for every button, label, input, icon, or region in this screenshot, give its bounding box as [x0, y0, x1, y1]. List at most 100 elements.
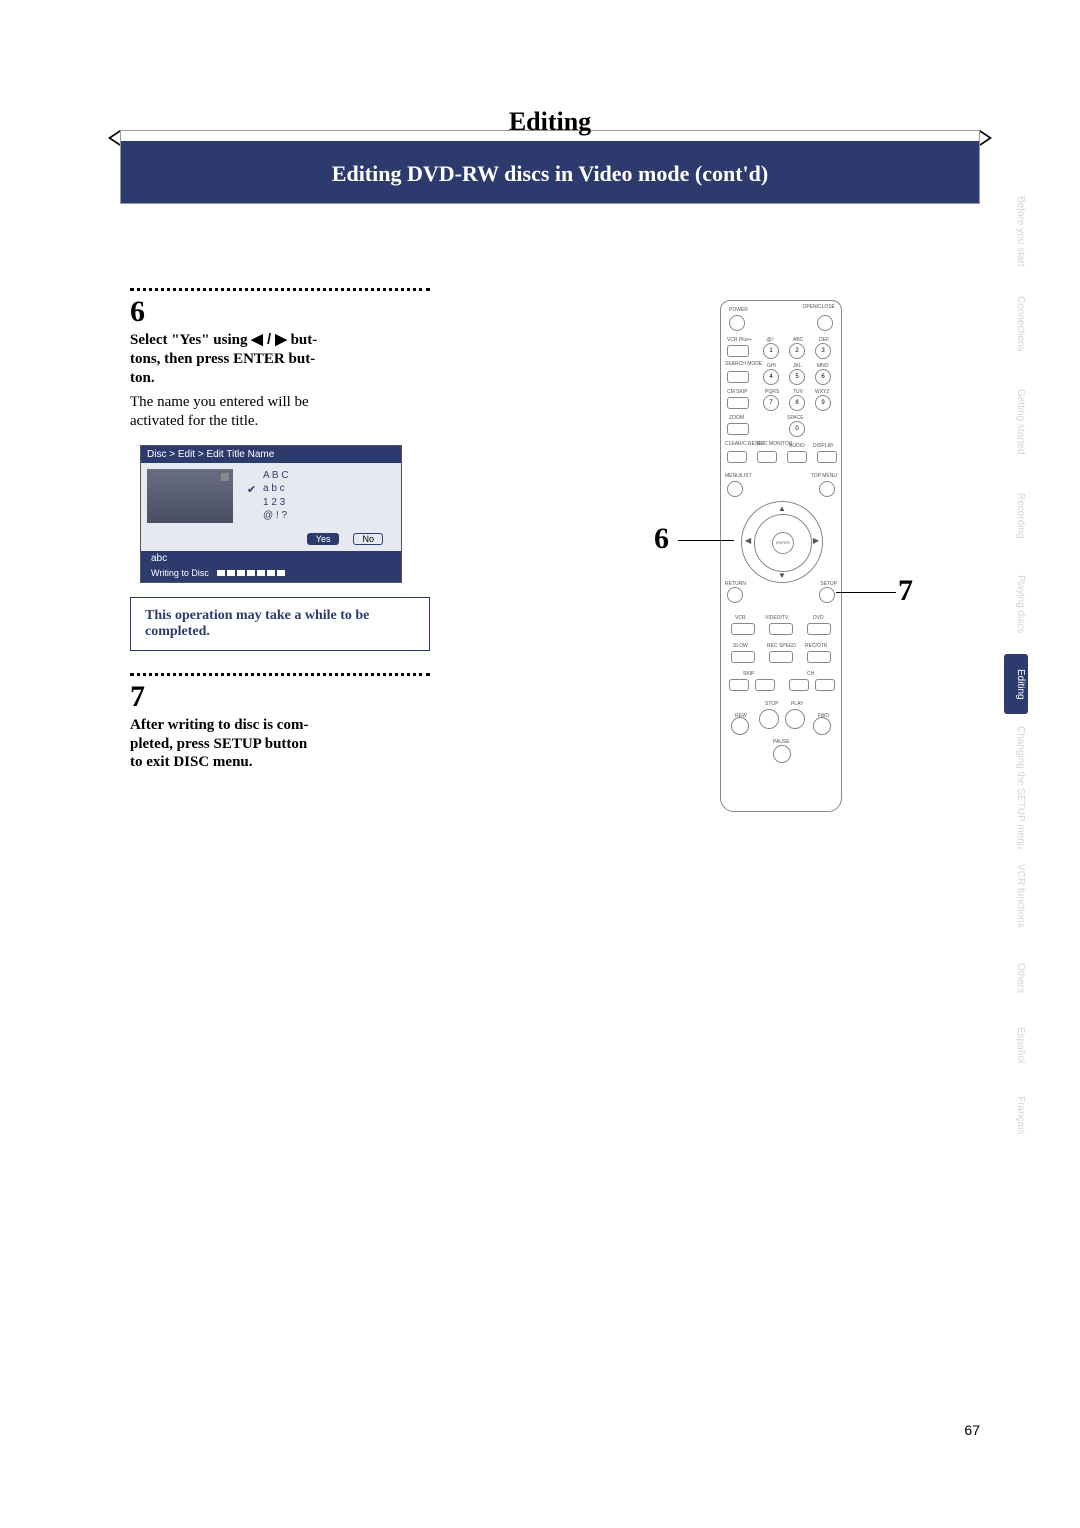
tab-changing-setup: Changing the SETUP menu: [1004, 720, 1028, 844]
label-vcrplus: VCR Plus+: [727, 337, 752, 343]
step7-line3: to exit DISC menu.: [130, 754, 253, 770]
separator-dots: [130, 288, 430, 291]
rec-otr-button: [807, 651, 831, 663]
osd-opt-upper: A B C: [263, 469, 395, 483]
play-button: [785, 709, 805, 729]
key-6: 6: [815, 369, 831, 385]
cm-skip-button: [727, 397, 749, 409]
osd-thumbnail: [147, 469, 233, 523]
checkmark-icon: ✔: [247, 483, 256, 498]
label-slow: SLOW: [733, 643, 748, 649]
key-4: 4: [763, 369, 779, 385]
osd-opt-sym: @ ! ?: [263, 509, 395, 523]
step6-line2: tons, then press ENTER but-: [130, 351, 315, 367]
tab-connections: Connections: [1004, 282, 1028, 366]
menu-list-button: [727, 481, 743, 497]
label-zoom: ZOOM: [729, 415, 744, 421]
skip-next-button: [755, 679, 775, 691]
dpad-left-icon: ◀: [745, 536, 751, 545]
osd-writing-label: Writing to Disc: [151, 568, 209, 578]
label-video-tv: VIDEO/TV: [765, 615, 788, 621]
tab-vcr-functions: VCR functions: [1004, 850, 1028, 942]
osd-breadcrumb: Disc > Edit > Edit Title Name: [141, 446, 401, 463]
rew-button: [731, 717, 749, 735]
power-button: [729, 315, 745, 331]
zoom-button: [727, 423, 749, 435]
page-title: Editing: [121, 107, 979, 137]
skip-prev-button: [729, 679, 749, 691]
top-menu-button: [819, 481, 835, 497]
title-bracket-left: [108, 130, 120, 146]
callout-6: 6: [654, 522, 669, 556]
label-setup: SETUP: [820, 581, 837, 587]
osd-opt-num: 1 2 3: [263, 496, 395, 510]
clear-button: [727, 451, 747, 463]
step-number-6: 6: [130, 295, 430, 329]
tab-getting-started: Getting started: [1004, 372, 1028, 472]
page-number: 67: [964, 1422, 980, 1438]
dpad-up-icon: ▲: [778, 504, 786, 513]
separator-dots-2: [130, 673, 430, 676]
label-ch: CH: [807, 671, 814, 677]
enter-button: ENTER: [772, 532, 794, 554]
key-8: 8: [789, 395, 805, 411]
key-7: 7: [763, 395, 779, 411]
key-5: 5: [789, 369, 805, 385]
slow-button: [731, 651, 755, 663]
section-tabs: Before you start Connections Getting sta…: [1004, 186, 1028, 1148]
title-bracket-right: [980, 130, 992, 146]
pause-button: [773, 745, 791, 763]
label-search-mode: SEARCH MODE: [725, 361, 762, 367]
tab-playing-discs: Playing discs: [1004, 560, 1028, 648]
step6-line1b: but-: [287, 332, 317, 348]
step6-body: The name you entered will be activated f…: [130, 393, 430, 431]
osd-opt-lower: a b c: [263, 482, 395, 496]
tab-espanol: Español: [1004, 1014, 1028, 1076]
osd-yes-button: Yes: [307, 533, 340, 545]
step6-line1a: Select "Yes" using: [130, 332, 251, 348]
page-subtitle: Editing DVD-RW discs in Video mode (cont…: [121, 161, 979, 187]
label-power: POWER: [729, 307, 748, 313]
vcrplus-button: [727, 345, 749, 357]
label-open-close: OPEN/CLOSE: [802, 304, 835, 310]
key-3: 3: [815, 343, 831, 359]
step6-body2: activated for the title.: [130, 413, 258, 429]
tab-recording: Recording: [1004, 478, 1028, 554]
tab-francais: Français: [1004, 1082, 1028, 1148]
tab-before-you-start: Before you start: [1004, 186, 1028, 276]
dvd-button: [807, 623, 831, 635]
title-bar: Editing Editing DVD-RW discs in Video mo…: [120, 130, 980, 204]
label-menu-list: MENU/LIST: [725, 473, 752, 479]
label-vcr: VCR: [735, 615, 746, 621]
instructions-column: 6 Select "Yes" using ◀ / ▶ but- tons, th…: [130, 282, 430, 778]
key-2: 2: [789, 343, 805, 359]
label-rec-monitor: REC MONITOR: [757, 441, 792, 447]
return-button: [727, 587, 743, 603]
step7-heading: After writing to disc is com- pleted, pr…: [130, 716, 430, 772]
video-tv-button: [769, 623, 793, 635]
dpad-down-icon: ▼: [778, 571, 786, 580]
search-mode-button: [727, 371, 749, 383]
label-rec-otr: REC/OTR: [805, 643, 828, 649]
callout-7: 7: [898, 574, 913, 608]
step7-line2: pleted, press SETUP button: [130, 736, 307, 752]
step-number-7: 7: [130, 680, 430, 714]
step6-body1: The name you entered will be: [130, 394, 309, 410]
osd-dialog: Disc > Edit > Edit Title Name ✔ A B C a …: [140, 445, 402, 583]
osd-no-button: No: [353, 533, 383, 545]
label-audio: AUDIO: [789, 443, 805, 449]
label-stop: STOP: [765, 701, 779, 707]
tab-others: Others: [1004, 948, 1028, 1008]
step6-heading: Select "Yes" using ◀ / ▶ but- tons, then…: [130, 331, 430, 387]
label-top-menu: TOP MENU: [811, 473, 837, 479]
osd-confirm-row: Yes No: [141, 529, 401, 551]
rec-monitor-button: [757, 451, 777, 463]
fwd-button: [813, 717, 831, 735]
setup-button: [819, 587, 835, 603]
label-rec-speed: REC SPEED: [767, 643, 796, 649]
tab-editing: Editing: [1004, 654, 1028, 714]
leader-line-7: [836, 592, 896, 593]
ch-up-button: [815, 679, 835, 691]
dpad-right-icon: ▶: [813, 536, 819, 545]
key-0: 0: [789, 421, 805, 437]
